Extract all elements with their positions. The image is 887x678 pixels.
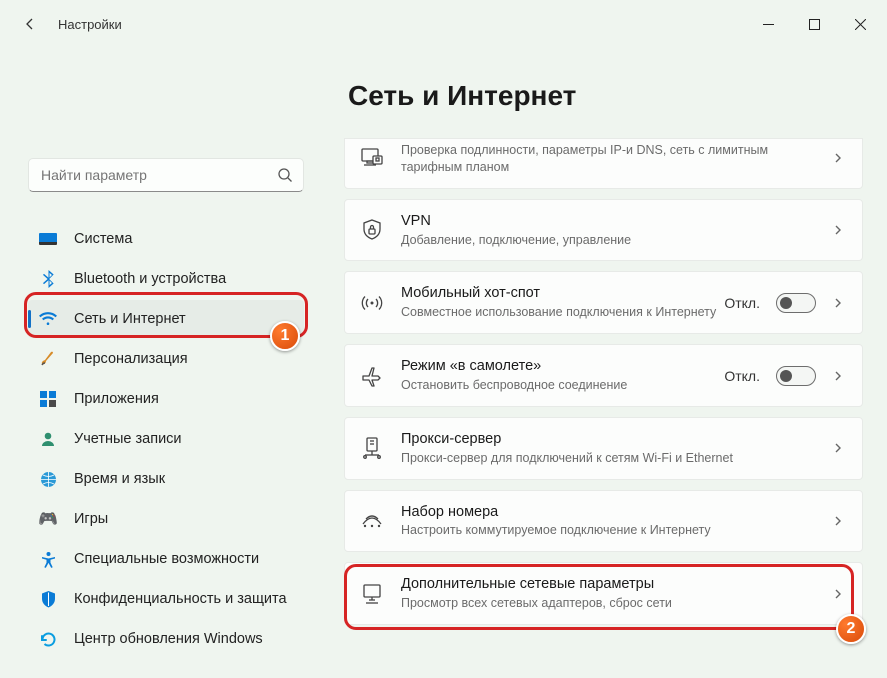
sidebar-item-label: Сеть и Интернет (74, 311, 186, 327)
card-title: Дополнительные сетевые параметры (401, 575, 832, 594)
close-icon (855, 19, 866, 30)
card-title: Режим «в самолете» (401, 357, 724, 376)
sidebar-item-label: Персонализация (74, 351, 188, 367)
wifi-icon (38, 309, 58, 329)
card-hotspot[interactable]: Мобильный хот-спот Совместное использова… (344, 271, 863, 334)
sidebar-item-label: Время и язык (74, 471, 165, 487)
sidebar-item-time-language[interactable]: Время и язык (28, 460, 304, 498)
sidebar-item-label: Система (74, 231, 132, 247)
card-subtitle: Настроить коммутируемое подключение к Ин… (401, 522, 832, 539)
sidebar-item-label: Bluetooth и устройства (74, 271, 226, 287)
sidebar-item-bluetooth[interactable]: Bluetooth и устройства (28, 260, 304, 298)
sidebar-item-label: Специальные возможности (74, 551, 259, 567)
sidebar-item-privacy[interactable]: Конфиденциальность и защита (28, 580, 304, 618)
sidebar-item-label: Центр обновления Windows (74, 631, 263, 647)
user-icon (38, 429, 58, 449)
advanced-network-icon (359, 583, 385, 605)
sidebar-item-label: Учетные записи (74, 431, 182, 447)
sidebar-item-personalization[interactable]: Персонализация (28, 340, 304, 378)
sidebar-item-system[interactable]: Система (28, 220, 304, 258)
card-vpn[interactable]: VPN Добавление, подключение, управление (344, 199, 863, 262)
sidebar: Система Bluetooth и устройства Сеть и Ин… (0, 48, 320, 678)
dialup-icon (359, 512, 385, 530)
chevron-right-icon (832, 297, 844, 309)
ethernet-icon (359, 148, 385, 168)
card-subtitle: Совместное использование подключения к И… (401, 304, 724, 321)
chevron-right-icon (832, 588, 844, 600)
maximize-icon (809, 19, 820, 30)
chevron-right-icon (832, 442, 844, 454)
vpn-shield-icon (359, 219, 385, 241)
card-title: Набор номера (401, 503, 832, 522)
back-button[interactable] (10, 4, 50, 44)
toggle-state-label: Откл. (724, 295, 760, 311)
proxy-icon (359, 437, 385, 459)
minimize-icon (763, 19, 774, 30)
search-box[interactable] (28, 158, 304, 192)
card-subtitle: Добавление, подключение, управление (401, 232, 832, 249)
card-advanced-network[interactable]: Дополнительные сетевые параметры Просмот… (344, 562, 863, 625)
hotspot-toggle[interactable] (776, 293, 816, 313)
sidebar-item-gaming[interactable]: 🎮 Игры (28, 500, 304, 538)
update-icon (38, 629, 58, 649)
globe-clock-icon (38, 469, 58, 489)
chevron-right-icon (832, 152, 844, 164)
brush-icon (38, 349, 58, 369)
airplane-icon (359, 365, 385, 387)
page-title: Сеть и Интернет (348, 80, 863, 112)
card-subtitle: Остановить беспроводное соединение (401, 377, 724, 394)
hotspot-icon (359, 293, 385, 313)
card-subtitle: Просмотр всех сетевых адаптеров, сброс с… (401, 595, 832, 612)
nav-list: Система Bluetooth и устройства Сеть и Ин… (28, 220, 304, 658)
card-airplane[interactable]: Режим «в самолете» Остановить беспроводн… (344, 344, 863, 407)
minimize-button[interactable] (745, 8, 791, 40)
bluetooth-icon (38, 269, 58, 289)
window-controls (745, 8, 883, 40)
arrow-left-icon (22, 16, 38, 32)
main-content: Сеть и Интернет Проверка подлинности, па… (320, 48, 887, 678)
card-dialup[interactable]: Набор номера Настроить коммутируемое под… (344, 490, 863, 553)
apps-icon (38, 389, 58, 409)
card-title: Мобильный хот-спот (401, 284, 724, 303)
app-title: Настройки (58, 17, 122, 32)
search-icon (277, 167, 293, 183)
search-input[interactable] (39, 166, 277, 184)
shield-icon (38, 589, 58, 609)
sidebar-item-windows-update[interactable]: Центр обновления Windows (28, 620, 304, 658)
sidebar-item-label: Игры (74, 511, 108, 527)
system-icon (38, 229, 58, 249)
toggle-state-label: Откл. (724, 368, 760, 384)
chevron-right-icon (832, 224, 844, 236)
chevron-right-icon (832, 515, 844, 527)
sidebar-item-apps[interactable]: Приложения (28, 380, 304, 418)
maximize-button[interactable] (791, 8, 837, 40)
card-subtitle: Прокси-сервер для подключений к сетям Wi… (401, 450, 832, 467)
card-title: Прокси-сервер (401, 430, 832, 449)
gamepad-icon: 🎮 (38, 509, 58, 529)
accessibility-icon (38, 549, 58, 569)
card-ethernet[interactable]: Проверка подлинности, параметры IP-и DNS… (344, 138, 863, 189)
chevron-right-icon (832, 370, 844, 382)
sidebar-item-label: Приложения (74, 391, 159, 407)
close-button[interactable] (837, 8, 883, 40)
title-bar: Настройки (0, 0, 887, 48)
sidebar-item-accessibility[interactable]: Специальные возможности (28, 540, 304, 578)
card-title: VPN (401, 212, 832, 231)
sidebar-item-network[interactable]: Сеть и Интернет (28, 300, 304, 338)
card-subtitle: Проверка подлинности, параметры IP-и DNS… (401, 142, 832, 176)
sidebar-item-accounts[interactable]: Учетные записи (28, 420, 304, 458)
card-proxy[interactable]: Прокси-сервер Прокси-сервер для подключе… (344, 417, 863, 480)
sidebar-item-label: Конфиденциальность и защита (74, 591, 287, 607)
airplane-toggle[interactable] (776, 366, 816, 386)
